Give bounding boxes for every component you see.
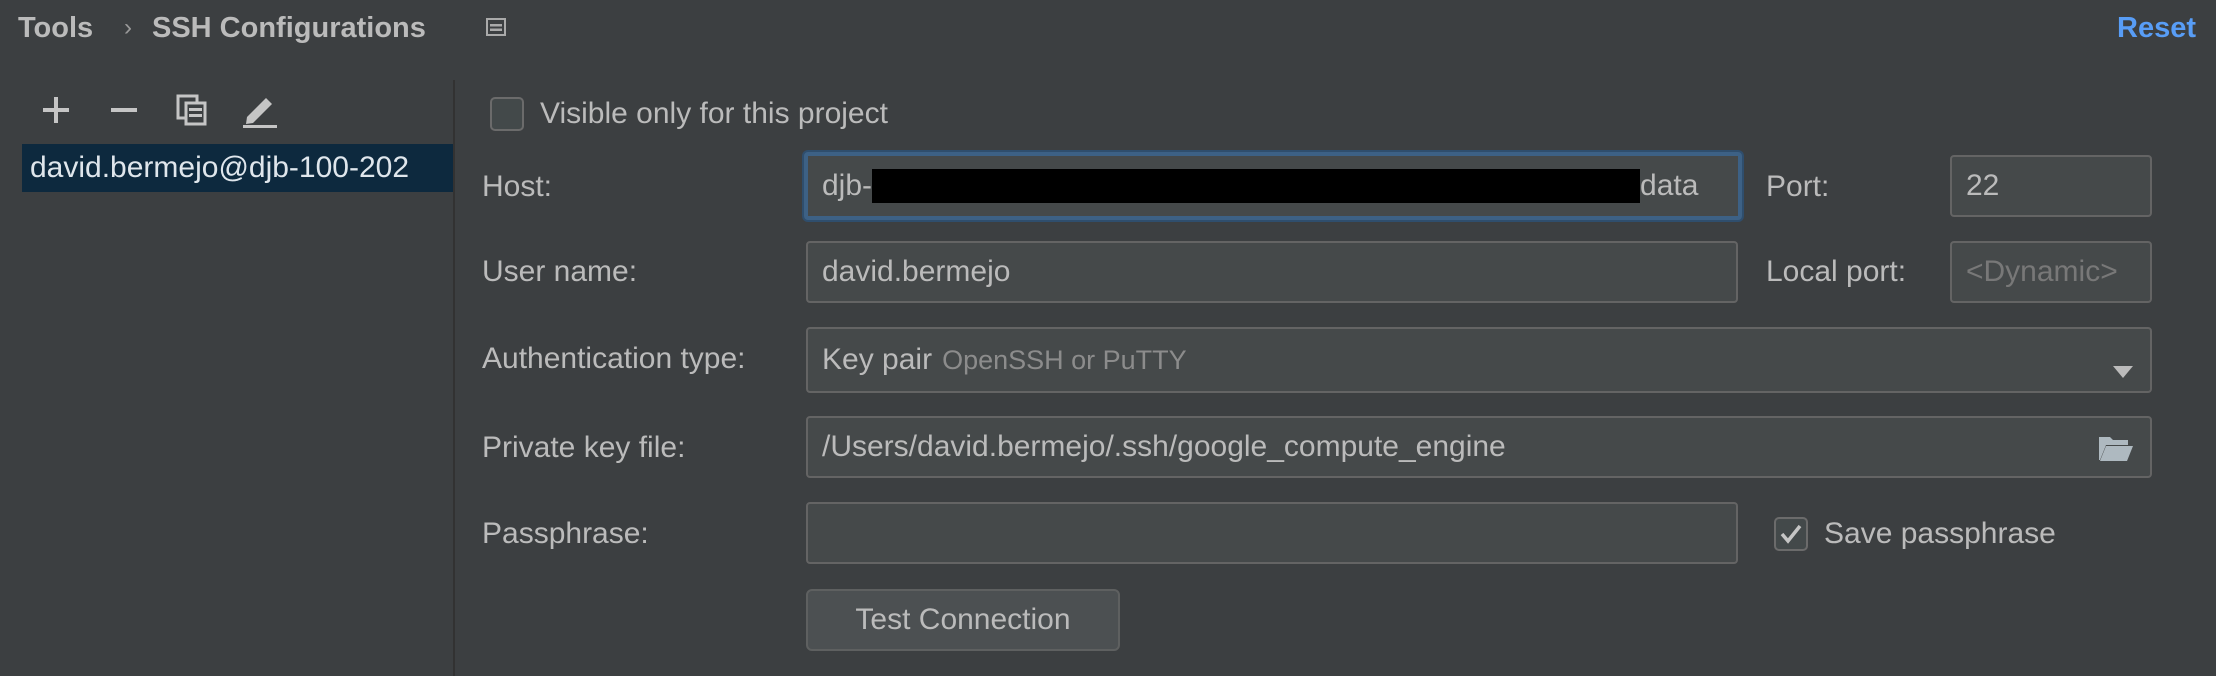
keyfile-input[interactable]: /Users/david.bermejo/.ssh/google_compute… bbox=[806, 416, 2152, 478]
reset-link[interactable]: Reset bbox=[2117, 8, 2196, 48]
redaction-bar bbox=[872, 169, 1641, 203]
localport-input[interactable]: <Dynamic> bbox=[1950, 241, 2152, 303]
remove-icon[interactable] bbox=[102, 88, 146, 132]
auth-type-label: Authentication type: bbox=[482, 342, 746, 375]
passphrase-label: Passphrase: bbox=[482, 517, 649, 550]
save-passphrase-label: Save passphrase bbox=[1824, 517, 2056, 550]
breadcrumb-separator: › bbox=[124, 14, 132, 41]
edit-icon[interactable] bbox=[238, 88, 282, 132]
auth-type-hint: OpenSSH or PuTTY bbox=[942, 344, 1187, 375]
auth-type-select[interactable]: Key pair OpenSSH or PuTTY bbox=[806, 327, 2152, 393]
localport-label: Local port: bbox=[1766, 255, 1907, 288]
host-value-end: data bbox=[1640, 169, 1699, 202]
keyfile-label: Private key file: bbox=[482, 431, 686, 464]
visible-only-checkbox[interactable] bbox=[490, 97, 524, 131]
username-label: User name: bbox=[482, 255, 638, 288]
auth-type-value: Key pair bbox=[822, 343, 933, 376]
port-label: Port: bbox=[1766, 170, 1830, 203]
checkmark-icon bbox=[1780, 524, 1802, 544]
host-label: Host: bbox=[482, 170, 553, 203]
localport-placeholder: <Dynamic> bbox=[1966, 255, 2118, 288]
panel-divider bbox=[453, 80, 455, 676]
host-value-start: djb- bbox=[822, 169, 873, 202]
ssh-config-list-item[interactable]: david.bermejo@djb-100-202 bbox=[22, 144, 453, 192]
folder-icon[interactable] bbox=[2098, 434, 2134, 470]
passphrase-input[interactable] bbox=[806, 502, 1738, 564]
breadcrumb-ssh-configurations: SSH Configurations bbox=[152, 12, 426, 44]
test-connection-button[interactable]: Test Connection bbox=[806, 589, 1120, 651]
add-icon[interactable] bbox=[34, 88, 78, 132]
username-input[interactable]: david.bermejo bbox=[806, 241, 1738, 303]
port-input[interactable]: 22 bbox=[1950, 155, 2152, 217]
breadcrumb-tools[interactable]: Tools bbox=[18, 8, 93, 48]
visible-only-label: Visible only for this project bbox=[540, 97, 888, 130]
keyfile-value: /Users/david.bermejo/.ssh/google_compute… bbox=[822, 430, 1506, 463]
chevron-down-icon bbox=[2112, 353, 2134, 387]
window-icon[interactable] bbox=[486, 17, 506, 37]
host-input[interactable]: djb- data bbox=[804, 152, 1742, 220]
copy-icon[interactable] bbox=[170, 88, 214, 132]
save-passphrase-checkbox[interactable] bbox=[1774, 517, 1808, 551]
